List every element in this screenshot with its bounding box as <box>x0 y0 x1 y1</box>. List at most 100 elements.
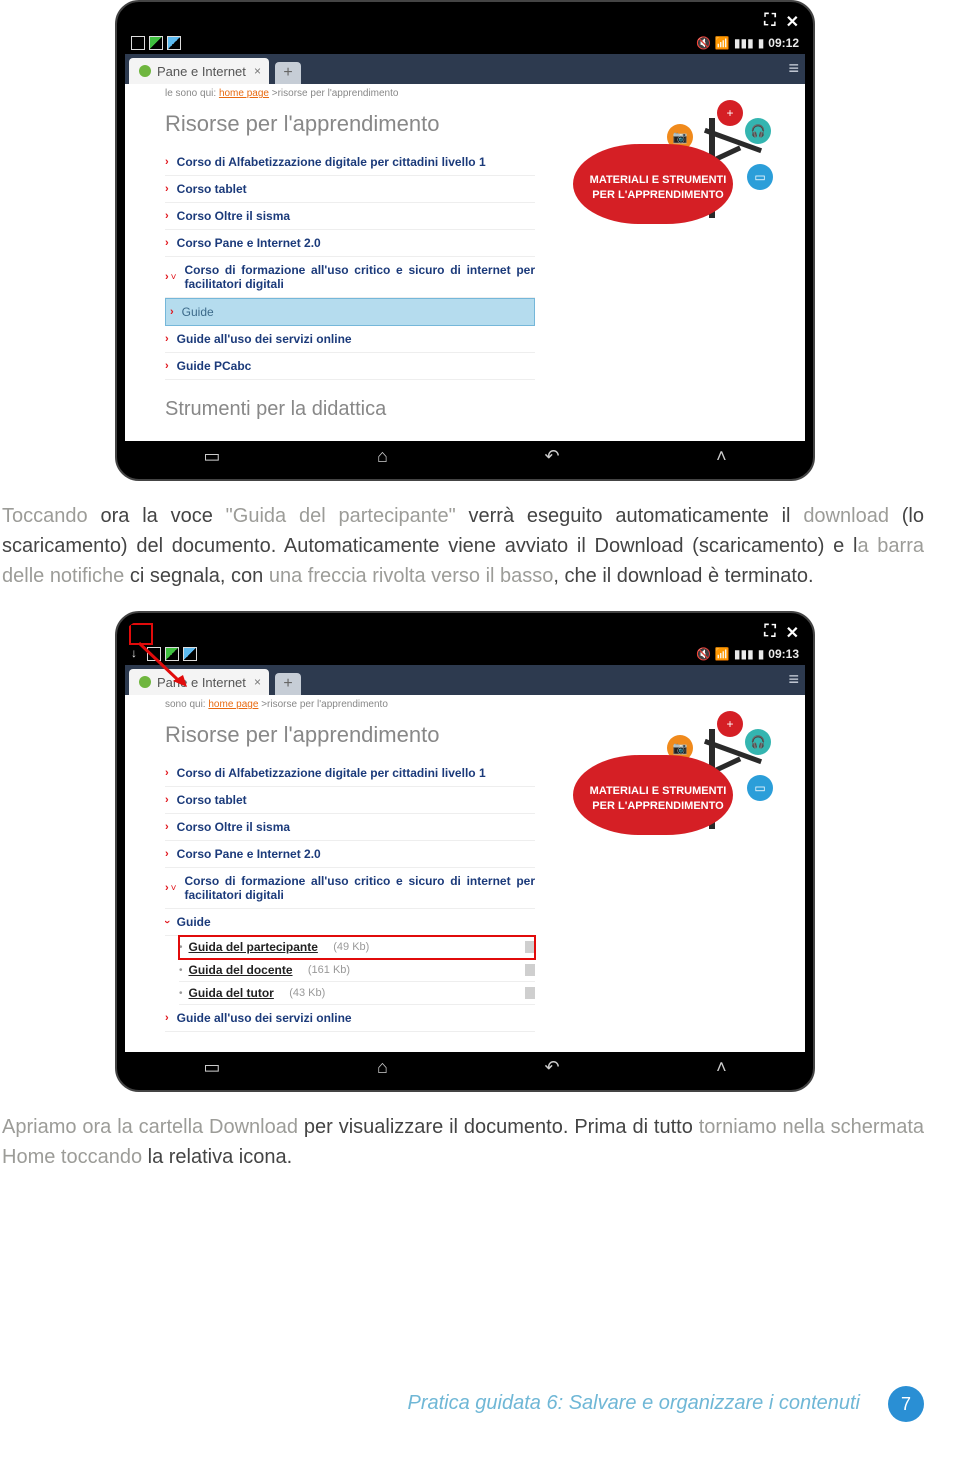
clock: 09:13 <box>768 647 799 661</box>
sub-list: •Guida del partecipante (49 Kb) •Guida d… <box>179 936 783 1005</box>
list-item-label: Guide all'uso dei servizi online <box>177 332 352 346</box>
sub-item-highlighted[interactable]: •Guida del partecipante (49 Kb) <box>179 936 535 959</box>
clock: 09:12 <box>768 36 799 50</box>
browser-menu-icon[interactable]: ≡ <box>788 669 799 690</box>
list-item-label: Corso di Alfabetizzazione digitale per c… <box>177 766 486 780</box>
browser-menu-icon[interactable]: ≡ <box>788 58 799 79</box>
chevron-right-icon: › <box>165 156 169 168</box>
file-size: (161 Kb) <box>308 964 350 976</box>
footer-text: Pratica guidata 6: Salvare e organizzare… <box>408 1392 861 1414</box>
bullet-icon: • <box>179 965 183 976</box>
breadcrumb-pre: le sono qui: <box>165 88 219 99</box>
tab-close-icon[interactable]: × <box>254 675 261 689</box>
book-icon: ▭ <box>747 775 773 801</box>
list-item-label: Guide <box>177 915 211 929</box>
pdf-icon <box>525 941 535 953</box>
back-icon[interactable]: ↶ <box>544 446 559 467</box>
list-item-expanded[interactable]: ›Guide <box>165 909 535 936</box>
list-item-label: Guide all'uso dei servizi online <box>177 1011 352 1025</box>
chevron-right-icon: › <box>170 306 174 318</box>
wifi-icon: 📶 <box>715 647 730 661</box>
new-tab-button[interactable]: + <box>275 62 301 84</box>
sub-item[interactable]: •Guida del docente (161 Kb) <box>179 959 535 982</box>
chevron-right-icon: › <box>165 210 169 222</box>
expand-icon[interactable]: ⛶ <box>764 623 775 643</box>
signal-icon: ▮▮▮ <box>734 647 754 661</box>
chevron-right-icon: › <box>165 333 169 345</box>
list-item-label: Guide PCabc <box>177 359 252 373</box>
list-item[interactable]: › Guide all'uso dei servizi online <box>165 1005 535 1032</box>
page-number-badge: 7 <box>888 1386 924 1422</box>
back-icon[interactable]: ↶ <box>544 1057 559 1078</box>
recent-apps-icon[interactable]: ▭ <box>203 446 220 467</box>
chevron-right-icon: › <box>165 237 169 249</box>
list-item-selected[interactable]: › Guide <box>165 298 535 326</box>
browser-tabstrip: Pane e Internet × + ≡ <box>125 665 805 695</box>
body-paragraph-1: Toccando ora la voce "Guida del partecip… <box>2 501 924 591</box>
list-item[interactable]: › Corso di Alfabetizzazione digitale per … <box>165 760 535 787</box>
breadcrumb-post: >risorse per l'apprendimento <box>258 699 387 710</box>
home-icon[interactable]: ⌂ <box>377 446 388 467</box>
window-controls: ⛶ ✕ <box>125 621 805 643</box>
wifi-icon: 📶 <box>715 36 730 50</box>
promo-graphic: 📷 + 🎧 💬 ▭ MATERIALI E STRUMENTI PER L'AP… <box>573 705 783 835</box>
browser-tabstrip: Pane e Internet × + ≡ <box>125 54 805 84</box>
chevron-right-icon: › <box>165 767 169 779</box>
webpage: le sono qui: home page >risorse per l'ap… <box>125 84 805 441</box>
favicon-icon <box>139 65 151 77</box>
recent-apps-icon[interactable]: ▭ <box>203 1057 220 1078</box>
list-item[interactable]: ›Corso tablet <box>165 787 535 814</box>
home-icon[interactable]: ⌂ <box>377 1057 388 1078</box>
android-navbar: ▭ ⌂ ↶ ˄ <box>125 1052 805 1082</box>
list-item-label: Corso di formazione all'uso critico e si… <box>185 874 535 902</box>
headphones-icon: 🎧 <box>745 118 771 144</box>
browser-tab[interactable]: Pane e Internet × <box>129 58 269 84</box>
list-item[interactable]: ›Corso tablet <box>165 176 535 203</box>
chevron-right-icon: › <box>165 360 169 372</box>
list-item[interactable]: ›˅Corso di formazione all'uso critico e … <box>165 257 535 298</box>
file-name: Guida del partecipante <box>189 940 318 954</box>
status-icon <box>167 36 181 50</box>
list-item[interactable]: › Guide PCabc <box>165 353 535 380</box>
chevron-right-icon: › <box>165 1012 169 1024</box>
list-item-label: Corso Pane e Internet 2.0 <box>177 847 321 861</box>
book-icon: ▭ <box>747 164 773 190</box>
list-item[interactable]: ›Corso Oltre il sisma <box>165 814 535 841</box>
tab-close-icon[interactable]: × <box>254 64 261 78</box>
list-item[interactable]: ›Corso Oltre il sisma <box>165 203 535 230</box>
new-tab-button[interactable]: + <box>275 673 301 695</box>
list-item-label: Corso di Alfabetizzazione digitale per c… <box>177 155 486 169</box>
bullet-icon: • <box>179 942 183 953</box>
bullet-icon: • <box>179 988 183 999</box>
breadcrumb-home-link[interactable]: home page <box>208 699 258 710</box>
list-item[interactable]: ›Corso Pane e Internet 2.0 <box>165 230 535 257</box>
mute-icon: 🔇 <box>696 36 711 50</box>
list-item-label: Guide <box>182 305 214 319</box>
sub-item[interactable]: •Guida del tutor (43 Kb) <box>179 982 535 1005</box>
list-item-label: Corso di formazione all'uso critico e si… <box>185 263 535 291</box>
list-item[interactable]: ›Corso Pane e Internet 2.0 <box>165 841 535 868</box>
breadcrumb-post: >risorse per l'apprendimento <box>269 88 398 99</box>
plus-icon: + <box>717 100 743 126</box>
list-item[interactable]: › Guide all'uso dei servizi online <box>165 326 535 353</box>
nav-menu-icon[interactable]: ˄ <box>716 446 727 467</box>
expand-icon[interactable]: ⛶ <box>764 12 775 32</box>
list-item[interactable]: › Corso di Alfabetizzazione digitale per … <box>165 149 535 176</box>
android-status-bar: 🔇 📶 ▮▮▮ ▮ 09:12 <box>125 32 805 54</box>
promo-graphic: 📷 + 🎧 💬 ▭ MATERIALI E STRUMENTI PER L'AP… <box>573 94 783 224</box>
list-item-label: Corso tablet <box>177 793 247 807</box>
close-icon[interactable]: ✕ <box>786 12 799 32</box>
battery-icon: ▮ <box>758 36 765 50</box>
list-item-label: Corso Oltre il sisma <box>177 820 290 834</box>
promo-text: MATERIALI E STRUMENTI PER L'APPRENDIMENT… <box>583 173 733 202</box>
webpage: sono qui: home page >risorse per l'appre… <box>125 695 805 1052</box>
pdf-icon <box>525 987 535 999</box>
promo-text: MATERIALI E STRUMENTI PER L'APPRENDIMENT… <box>583 784 733 813</box>
list-item[interactable]: ›˅Corso di formazione all'uso critico e … <box>165 868 535 909</box>
close-icon[interactable]: ✕ <box>786 623 799 643</box>
pdf-icon <box>525 964 535 976</box>
chevron-down-icon: ˅ <box>171 272 177 283</box>
status-icon <box>149 36 163 50</box>
breadcrumb-home-link[interactable]: home page <box>219 88 269 99</box>
nav-menu-icon[interactable]: ˄ <box>716 1057 727 1078</box>
